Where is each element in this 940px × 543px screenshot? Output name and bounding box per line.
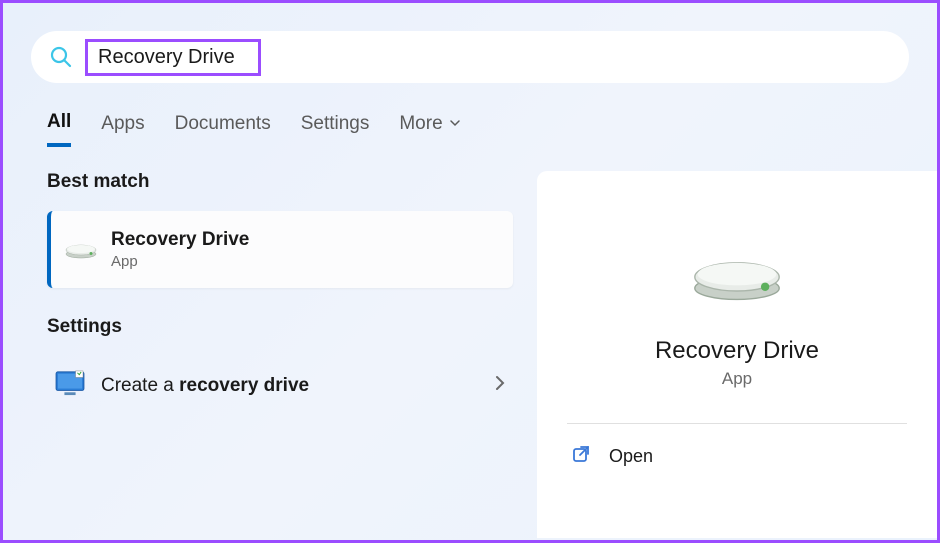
tab-all[interactable]: All	[47, 111, 71, 147]
tab-documents[interactable]: Documents	[175, 111, 271, 147]
drive-icon	[692, 201, 782, 311]
search-input-highlight	[85, 39, 261, 76]
result-subtitle: App	[111, 253, 249, 270]
chevron-down-icon	[449, 113, 461, 135]
best-match-header: Best match	[47, 171, 513, 193]
detail-subtitle: App	[722, 369, 752, 389]
results-list: Best match Recovery Drive App Settings	[3, 171, 537, 538]
settings-header: Settings	[47, 316, 513, 338]
search-bar[interactable]	[31, 31, 909, 83]
details-panel: Recovery Drive App Open	[537, 171, 937, 538]
tab-settings[interactable]: Settings	[301, 111, 370, 147]
open-action[interactable]: Open	[567, 424, 907, 489]
settings-row-content: Create a recovery drive	[55, 370, 309, 401]
tab-more-label: More	[399, 113, 442, 135]
tab-apps[interactable]: Apps	[101, 111, 144, 147]
drive-icon	[65, 233, 97, 266]
monitor-icon	[55, 370, 85, 401]
open-external-icon	[571, 444, 591, 469]
detail-title: Recovery Drive	[655, 337, 819, 365]
filter-tabs: All Apps Documents Settings More	[47, 111, 893, 147]
best-match-result[interactable]: Recovery Drive App	[47, 211, 513, 288]
results-area: Best match Recovery Drive App Settings	[3, 171, 937, 538]
settings-result-label: Create a recovery drive	[101, 375, 309, 397]
search-icon	[49, 45, 73, 69]
search-input[interactable]	[98, 46, 248, 69]
result-text: Recovery Drive App	[111, 229, 249, 270]
chevron-right-icon	[495, 375, 505, 396]
open-label: Open	[609, 446, 653, 467]
result-title: Recovery Drive	[111, 229, 249, 251]
settings-result-create-recovery-drive[interactable]: Create a recovery drive	[47, 356, 513, 415]
tab-more[interactable]: More	[399, 111, 460, 147]
